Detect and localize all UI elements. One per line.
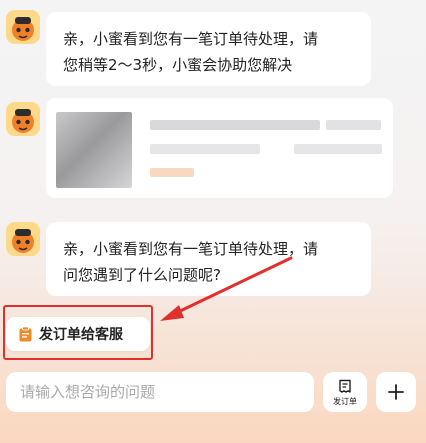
message-line: 您稍等2～3秒，小蜜会协助您解决 — [63, 56, 293, 74]
assistant-avatar — [6, 222, 40, 256]
assistant-message-bubble: 亲，小蜜看到您有一笔订单待处理，请 您稍等2～3秒，小蜜会协助您解决 — [46, 12, 371, 86]
assistant-avatar — [6, 10, 40, 44]
order-title-blurred — [150, 120, 320, 130]
order-document-icon — [339, 379, 351, 393]
order-detail-blurred — [294, 144, 382, 154]
order-meta-blurred — [326, 120, 381, 130]
order-button[interactable]: 发订单 — [323, 372, 367, 412]
add-more-button[interactable] — [376, 372, 416, 412]
assistant-avatar-icon — [6, 10, 40, 44]
message-line: 问您遇到了什么问题呢? — [63, 266, 221, 284]
question-input[interactable] — [20, 383, 314, 401]
order-thumbnail-blurred — [56, 112, 132, 188]
question-input-container[interactable] — [6, 372, 314, 412]
order-price-blurred — [150, 168, 194, 177]
order-clipboard-icon — [19, 326, 32, 341]
order-subtitle-blurred — [150, 144, 260, 154]
send-order-label: 发订单给客服 — [39, 327, 123, 343]
message-line: 亲，小蜜看到您有一笔订单待处理，请 — [63, 30, 319, 48]
order-button-label: 发订单 — [333, 397, 357, 406]
send-order-to-service-button[interactable]: 发订单给客服 — [6, 317, 150, 351]
plus-icon — [388, 384, 404, 400]
order-card-blurred[interactable] — [46, 98, 393, 198]
message-line: 亲，小蜜看到您有一笔订单待处理，请 — [63, 240, 319, 258]
assistant-avatar-icon — [6, 102, 40, 136]
assistant-message-bubble: 亲，小蜜看到您有一笔订单待处理，请 问您遇到了什么问题呢? — [46, 222, 371, 296]
assistant-avatar — [6, 102, 40, 136]
assistant-avatar-icon — [6, 222, 40, 256]
